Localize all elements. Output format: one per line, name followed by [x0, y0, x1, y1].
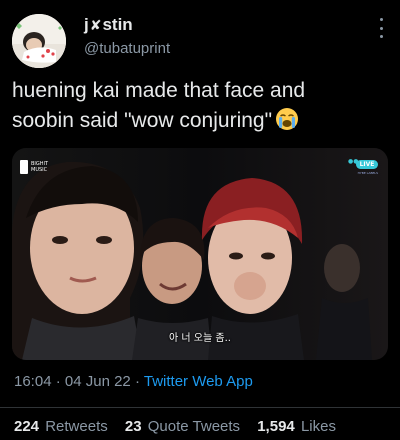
user-handle[interactable]: @tubatuprint [84, 40, 170, 57]
retweets-label: Retweets [45, 418, 108, 435]
display-name[interactable]: j✘stin [84, 15, 133, 35]
tweet-text: huening kai made that face and soobin sa… [12, 76, 384, 140]
bighit-logo-mark [20, 160, 28, 174]
tweet-text-line-2: soobin said "wow conjuring" [12, 106, 384, 140]
tweet: j✘stin @tubatuprint huening kai made tha… [0, 0, 400, 440]
likes-label: Likes [300, 418, 336, 435]
display-name-part: j [84, 15, 89, 34]
likes-count: 1,594 [257, 418, 295, 435]
display-name-part: stin [102, 15, 133, 34]
likes-stat[interactable]: 1,594 Likes [257, 418, 336, 435]
quote-tweets-stat[interactable]: 23 Quote Tweets [125, 418, 240, 435]
tweet-stats: 224 Retweets 23 Quote Tweets 1,594 Likes [14, 418, 349, 435]
profile-photo-icon [12, 14, 66, 68]
meta-separator: · [134, 373, 140, 390]
tweet-source[interactable]: Twitter Web App [144, 373, 253, 390]
video-subtitle: 아 너 오늘 좀.. [169, 333, 231, 344]
quote-tweets-label: Quote Tweets [147, 418, 241, 435]
more-options-icon[interactable] [378, 18, 384, 38]
quote-tweets-count: 23 [124, 418, 142, 435]
bighit-logo: BIGHIT MUSIC [20, 158, 50, 180]
tweet-text-line: huening kai made that face and [12, 79, 306, 102]
tweet-text-content: soobin said "wow conjuring" [12, 109, 273, 132]
badge-sub: HYBE LABELS [357, 171, 378, 175]
badge-label: LIVE [356, 160, 378, 169]
vlive-badge: ●● LIVE HYBE LABELS [348, 158, 378, 180]
avatar[interactable] [12, 14, 66, 68]
tweet-time[interactable]: 16:04 [14, 373, 52, 390]
retweets-count: 224 [14, 418, 40, 435]
divider [0, 407, 400, 408]
tweet-date[interactable]: 04 Jun 22 [65, 373, 131, 390]
tweet-meta: 16:04 · 04 Jun 22 · Twitter Web App [14, 373, 253, 390]
loudly-crying-face-icon [275, 107, 299, 140]
media-video[interactable]: BIGHIT MUSIC ●● LIVE HYBE LABELS 아 너 오늘 좀… [12, 148, 388, 360]
retweets-stat[interactable]: 224 Retweets [14, 418, 108, 435]
cross-mark-icon: ✘ [89, 18, 102, 34]
logo-text: MUSIC [31, 167, 48, 173]
meta-separator: · [55, 373, 61, 390]
